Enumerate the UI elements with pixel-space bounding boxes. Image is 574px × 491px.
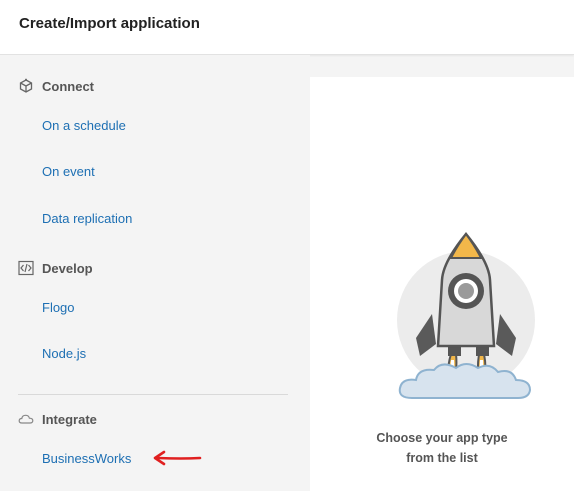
empty-state-caption-line1: Choose your app type [376,431,508,445]
sidebar-item-flogo[interactable]: Flogo [42,300,75,315]
sidebar-item-businessworks[interactable]: BusinessWorks [42,451,131,466]
section-develop: Develop [18,260,93,276]
main-panel: Choose your app type from the list [310,77,574,491]
sidebar-item-nodejs[interactable]: Node.js [42,346,86,361]
section-develop-label: Develop [42,260,93,276]
section-integrate: Integrate [18,411,97,427]
page-title: Create/Import application [19,15,200,32]
empty-state-caption-line2: from the list [406,451,478,465]
rocket-illustration [397,232,535,399]
section-integrate-label: Integrate [42,411,97,427]
arrow-annotation-icon [152,449,204,472]
cloud-icon [18,411,34,427]
sidebar-item-on-a-schedule[interactable]: On a schedule [42,118,126,133]
cube-icon [18,78,34,94]
sidebar-divider [18,394,288,395]
section-connect-label: Connect [42,78,94,94]
sidebar-item-on-event[interactable]: On event [42,164,95,179]
sidebar-item-data-replication[interactable]: Data replication [42,211,132,226]
section-connect: Connect [18,78,94,94]
header: Create/Import application [0,0,574,55]
code-icon [18,260,34,276]
